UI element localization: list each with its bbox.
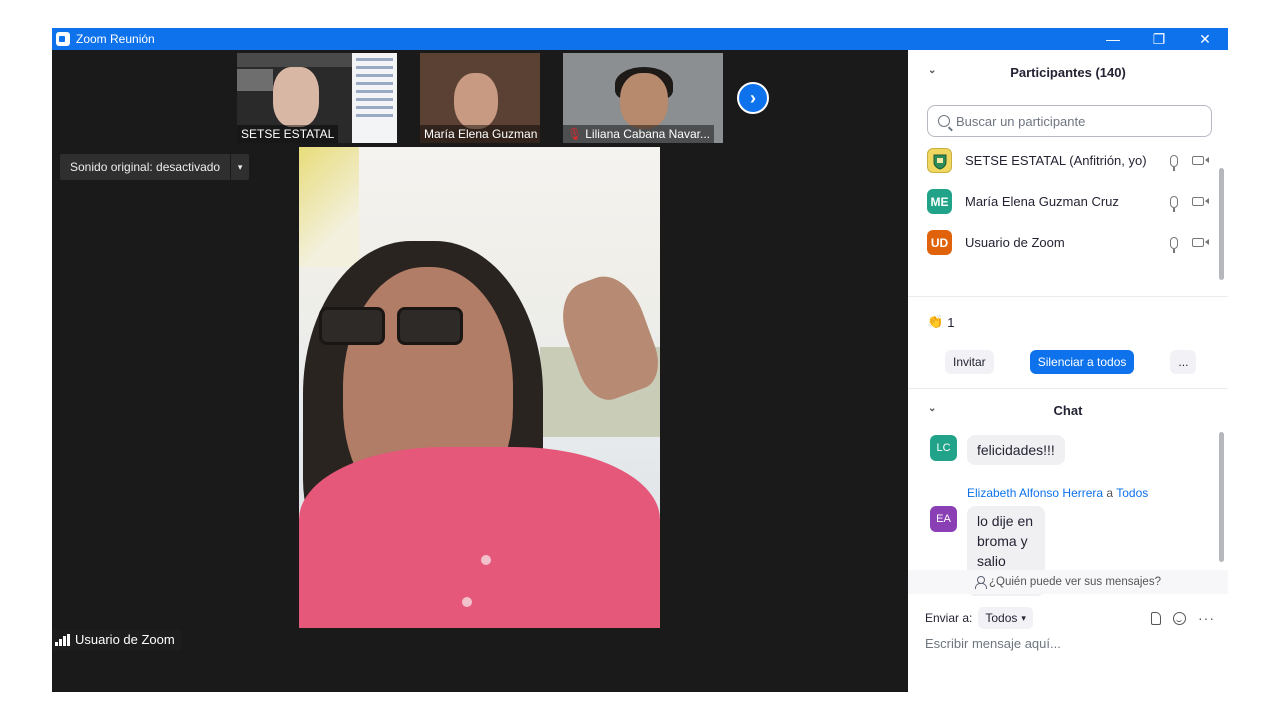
- pink-shirt: [299, 447, 660, 628]
- video-camera-icon[interactable]: [1192, 197, 1209, 206]
- sunglasses: [319, 307, 469, 347]
- chevron-right-icon: ›: [750, 87, 756, 108]
- recipient-value: Todos: [985, 611, 1018, 625]
- avatar: UD: [927, 230, 952, 255]
- file-icon[interactable]: [1151, 611, 1161, 625]
- shield-icon: [933, 154, 946, 170]
- video-area: SETSE ESTATAL María Elena Guzman Cruz 🎙L…: [52, 50, 908, 692]
- original-sound-button[interactable]: Sonido original: desactivado ▾: [60, 154, 250, 180]
- avatar: LC: [930, 435, 957, 461]
- video-thumbnail[interactable]: 🎙 Liliana Cabana Navar...: [563, 53, 723, 143]
- more-button[interactable]: ...: [1170, 350, 1197, 374]
- muted-mic-icon: 🎙: [567, 127, 583, 141]
- participant-name: María Elena Guzman Cruz: [965, 194, 1119, 209]
- sender-name[interactable]: Elizabeth Alfonso Herrera: [967, 486, 1103, 500]
- participants-header: ⌄ Participantes (140): [908, 50, 1228, 94]
- minimize-button[interactable]: —: [1090, 28, 1136, 50]
- participant-list-scrollbar[interactable]: [1219, 168, 1224, 280]
- invite-button[interactable]: Invitar: [945, 350, 994, 374]
- window-title: Zoom Reunión: [76, 32, 155, 46]
- video-thumbnail[interactable]: María Elena Guzman Cruz: [420, 53, 540, 143]
- clapping-hands-icon: 👏: [927, 314, 944, 329]
- next-page-button[interactable]: ›: [737, 82, 769, 114]
- chat-scrollbar[interactable]: [1219, 432, 1224, 562]
- participant-actions: Invitar Silenciar a todos ...: [945, 350, 1197, 374]
- participant-face: [454, 73, 498, 129]
- speaker-name-tag: Usuario de Zoom: [52, 630, 181, 650]
- original-sound-label: Sonido original: desactivado: [60, 154, 232, 180]
- participant-face: [620, 73, 668, 129]
- recipient-connector: a: [1106, 486, 1114, 500]
- participant-search-input[interactable]: Buscar un participante: [927, 105, 1212, 137]
- more-options-icon[interactable]: ···: [1198, 610, 1215, 626]
- message-bubble: felicidades!!!: [967, 435, 1065, 465]
- message-line: lo dije en broma y salio: [977, 513, 1034, 569]
- participant-face: [273, 67, 319, 127]
- participant-name: Usuario de Zoom: [965, 235, 1065, 250]
- emoji-icon[interactable]: [1173, 611, 1186, 625]
- participants-title: Participantes (140): [1010, 64, 1126, 80]
- recipient-dropdown[interactable]: Todos ▾: [978, 607, 1033, 629]
- thumbnail-name-row: 🎙 Liliana Cabana Navar...: [563, 125, 714, 143]
- participant-row[interactable]: ME María Elena Guzman Cruz: [908, 181, 1228, 222]
- zoom-window: Zoom Reunión — ❐ ✕ SETSE ESTATAL María E…: [52, 28, 1228, 692]
- restore-button[interactable]: ❐: [1136, 28, 1182, 50]
- chevron-down-icon[interactable]: ▾: [231, 162, 249, 173]
- thumbnail-name: SETSE ESTATAL: [237, 125, 339, 143]
- avatar: EA: [930, 506, 957, 532]
- active-speaker-video: [299, 147, 660, 628]
- participant-row[interactable]: SETSE ESTATAL (Anfitrión, yo): [908, 140, 1228, 181]
- participant-name: SETSE ESTATAL (Anfitrión, yo): [965, 153, 1147, 168]
- microphone-icon[interactable]: [1170, 195, 1178, 212]
- chat-header: ⌄ Chat: [908, 390, 1228, 430]
- message-privacy-link[interactable]: ¿Quién puede ver sus mensajes?: [908, 570, 1228, 594]
- microphone-icon[interactable]: [1170, 236, 1178, 253]
- signal-strength-icon: [55, 634, 70, 646]
- reaction-summary: 👏 1: [927, 314, 954, 330]
- shared-screen-preview: [352, 53, 397, 143]
- microphone-icon[interactable]: [1170, 154, 1178, 171]
- chevron-down-icon: ▾: [1021, 612, 1026, 623]
- privacy-text: ¿Quién puede ver sus mensajes?: [989, 576, 1161, 588]
- chat-title: Chat: [1053, 402, 1083, 418]
- message-sender: Elizabeth Alfonso Herrera a Todos: [967, 486, 1148, 500]
- video-camera-icon[interactable]: [1192, 156, 1209, 165]
- video-thumbnail[interactable]: SETSE ESTATAL: [237, 53, 397, 143]
- search-icon: [938, 115, 950, 127]
- speaker-name: Usuario de Zoom: [75, 632, 175, 647]
- side-panel: ⌄ Participantes (140) Buscar un particip…: [908, 50, 1228, 692]
- user-icon: [975, 576, 988, 589]
- close-button[interactable]: ✕: [1182, 28, 1228, 50]
- send-to-label: Enviar a:: [925, 611, 973, 625]
- participant-list: SETSE ESTATAL (Anfitrión, yo) ME María E…: [908, 140, 1228, 263]
- host-logo-avatar: [927, 148, 952, 173]
- avatar: ME: [927, 189, 952, 214]
- chevron-down-icon[interactable]: ⌄: [928, 65, 936, 76]
- chat-tools: ···: [1151, 610, 1215, 626]
- mute-all-button[interactable]: Silenciar a todos: [1029, 350, 1135, 374]
- window-controls: — ❐ ✕: [1090, 28, 1228, 50]
- reaction-count: 1: [947, 314, 955, 330]
- send-to-row: Enviar a: Todos ▾ ···: [925, 606, 1215, 630]
- thumbnail-name: Liliana Cabana Navar...: [585, 127, 710, 141]
- search-placeholder: Buscar un participante: [956, 113, 1086, 129]
- recipient-name[interactable]: Todos: [1116, 486, 1148, 500]
- zoom-logo-icon: [56, 32, 70, 46]
- video-camera-icon[interactable]: [1192, 238, 1209, 247]
- participant-row[interactable]: UD Usuario de Zoom: [908, 222, 1228, 263]
- title-bar: Zoom Reunión — ❐ ✕: [52, 28, 1228, 50]
- chevron-down-icon[interactable]: ⌄: [928, 403, 936, 414]
- thumbnail-name: María Elena Guzman Cruz: [420, 125, 540, 143]
- chat-message-input[interactable]: Escribir mensaje aquí...: [925, 636, 1061, 651]
